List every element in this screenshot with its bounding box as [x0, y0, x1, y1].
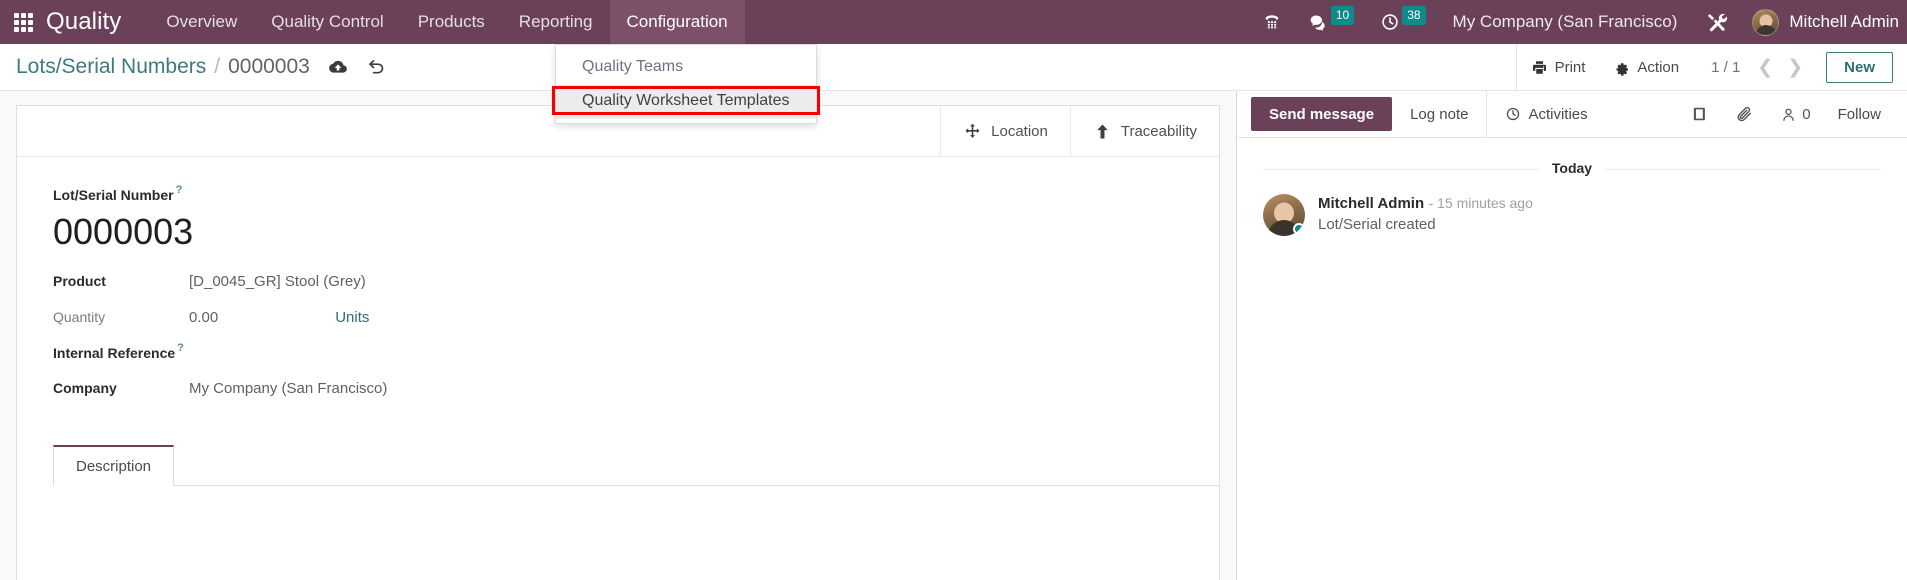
quantity-label: Quantity: [53, 309, 106, 325]
chatter-panel: Send message Log note Activities 0 Follo…: [1237, 91, 1907, 580]
nav-item-overview[interactable]: Overview: [149, 0, 254, 44]
top-navbar: Quality Overview Quality Control Product…: [0, 0, 1907, 44]
app-brand-title[interactable]: Quality: [46, 8, 125, 36]
wrench-screwdriver-icon[interactable]: [1691, 11, 1742, 34]
activities-button[interactable]: Activities: [1486, 91, 1605, 137]
form-sheet: Location Traceability Lot/Serial Number …: [16, 105, 1220, 580]
action-button[interactable]: Action: [1599, 44, 1693, 91]
user-outline-icon: [1783, 108, 1794, 121]
smart-button-traceability[interactable]: Traceability: [1069, 106, 1219, 156]
user-menu[interactable]: Mitchell Admin: [1742, 8, 1907, 36]
clock-icon: [1507, 107, 1520, 121]
odoo-app-window: Quality Overview Quality Control Product…: [0, 0, 1907, 580]
avatar: [1752, 8, 1780, 36]
body-area: Location Traceability Lot/Serial Number …: [0, 91, 1907, 580]
messages-menu[interactable]: 10: [1295, 0, 1367, 44]
activities-label: Activities: [1528, 105, 1588, 123]
chevron-left-icon[interactable]: ❮: [1750, 58, 1780, 77]
message-timestamp: - 15 minutes ago: [1428, 195, 1533, 211]
dialpad-icon[interactable]: [1249, 0, 1295, 44]
field-row-product: Product [D_0045_GR] Stool (Grey): [53, 273, 1183, 290]
gear-icon: [1616, 62, 1629, 76]
print-button[interactable]: Print: [1517, 44, 1600, 91]
product-value[interactable]: [D_0045_GR] Stool (Grey): [189, 273, 366, 290]
chevron-right-icon[interactable]: ❯: [1780, 58, 1810, 77]
control-panel: Lots/Serial Numbers / 0000003 Print Acti…: [0, 44, 1907, 91]
activities-menu[interactable]: 38: [1367, 0, 1438, 44]
day-separator-label: Today: [1539, 160, 1605, 176]
print-label: Print: [1554, 58, 1586, 76]
action-label: Action: [1637, 58, 1680, 76]
company-label: Company: [53, 380, 117, 396]
followers-count: 0: [1802, 105, 1811, 123]
chatter-toolbar: Send message Log note Activities 0 Follo…: [1237, 91, 1907, 138]
message-body: Mitchell Admin - 15 minutes ago Lot/Seri…: [1318, 194, 1533, 236]
arrows-move-icon: [965, 123, 980, 138]
dropdown-item-quality-worksheet-templates[interactable]: Quality Worksheet Templates: [556, 84, 816, 119]
user-name-label: Mitchell Admin: [1789, 12, 1899, 31]
quantity-unit[interactable]: Units: [335, 309, 369, 326]
control-panel-actions: Print Action 1 / 1 ❮ ❯ New: [1515, 44, 1907, 91]
quantity-value: 0.00: [189, 309, 219, 326]
notebook: Description: [17, 445, 1219, 546]
new-button[interactable]: New: [1826, 51, 1893, 83]
smart-button-location-label: Location: [991, 122, 1048, 140]
message-header: Mitchell Admin - 15 minutes ago: [1318, 195, 1533, 213]
field-row-company: Company My Company (San Francisco): [53, 380, 1183, 397]
activities-count-badge: 38: [1402, 5, 1426, 25]
dropdown-item-quality-teams[interactable]: Quality Teams: [556, 51, 816, 85]
tab-description[interactable]: Description: [53, 445, 175, 486]
navbar-right-area: 10 38 My Company (San Francisco) Mitchel…: [1249, 0, 1907, 44]
company-value[interactable]: My Company (San Francisco): [189, 380, 387, 397]
cloud-upload-icon[interactable]: [328, 57, 348, 77]
smart-button-traceability-label: Traceability: [1120, 122, 1197, 140]
follow-button[interactable]: Follow: [1824, 106, 1889, 123]
message-author[interactable]: Mitchell Admin: [1318, 195, 1424, 212]
arrow-up-icon: [1097, 123, 1108, 139]
day-separator: Today: [1263, 160, 1881, 178]
help-tooltip-icon[interactable]: ?: [177, 342, 184, 358]
product-label: Product: [53, 273, 106, 289]
breadcrumb-separator: /: [214, 55, 221, 78]
field-row-quantity: Quantity 0.00 Units: [53, 309, 1183, 326]
message-item: Mitchell Admin - 15 minutes ago Lot/Seri…: [1263, 194, 1881, 236]
form-view: Location Traceability Lot/Serial Number …: [0, 91, 1237, 580]
lot-serial-number-label: Lot/Serial Number ?: [53, 184, 183, 203]
apps-grid-icon[interactable]: [0, 0, 46, 44]
messages-count-badge: 10: [1330, 5, 1355, 25]
printer-icon: [1532, 60, 1546, 74]
field-row-internal-reference: Internal Reference ?: [53, 342, 1183, 361]
nav-item-products[interactable]: Products: [401, 0, 502, 44]
smart-button-location[interactable]: Location: [940, 106, 1070, 156]
nav-item-configuration[interactable]: Configuration: [609, 0, 745, 44]
paperclip-icon[interactable]: [1722, 105, 1767, 124]
avatar: [1263, 194, 1305, 236]
lot-serial-number-value[interactable]: 0000003: [53, 209, 1183, 254]
chatter-toolbar-right: 0 Follow: [1678, 91, 1907, 137]
message-content: Lot/Serial created: [1318, 216, 1436, 233]
configuration-dropdown-menu: Quality Teams Quality Worksheet Template…: [555, 44, 817, 124]
notebook-tabs: Description: [53, 445, 1219, 486]
send-message-button[interactable]: Send message: [1251, 97, 1393, 131]
notebook-page-description[interactable]: [53, 486, 1219, 546]
book-icon[interactable]: [1678, 105, 1722, 123]
nav-item-reporting[interactable]: Reporting: [502, 0, 610, 44]
form-fields-container: Lot/Serial Number ? 0000003 Product [D_0…: [17, 157, 1219, 397]
pager-value: 1 / 1: [1711, 58, 1741, 76]
log-note-button[interactable]: Log note: [1392, 91, 1486, 137]
presence-indicator: [1293, 223, 1305, 235]
breadcrumb-root-link[interactable]: Lots/Serial Numbers: [16, 55, 206, 79]
nav-item-quality-control[interactable]: Quality Control: [254, 0, 400, 44]
undo-arrow-icon[interactable]: [366, 57, 387, 78]
company-switcher[interactable]: My Company (San Francisco): [1439, 12, 1692, 32]
internal-reference-label: Internal Reference ?: [53, 342, 184, 361]
message-thread: Today Mitchell Admin - 15 minutes ago Lo…: [1237, 138, 1907, 580]
breadcrumb-current-record: 0000003: [228, 55, 310, 78]
help-tooltip-icon[interactable]: ?: [176, 184, 183, 196]
followers-counter[interactable]: 0: [1767, 106, 1823, 123]
